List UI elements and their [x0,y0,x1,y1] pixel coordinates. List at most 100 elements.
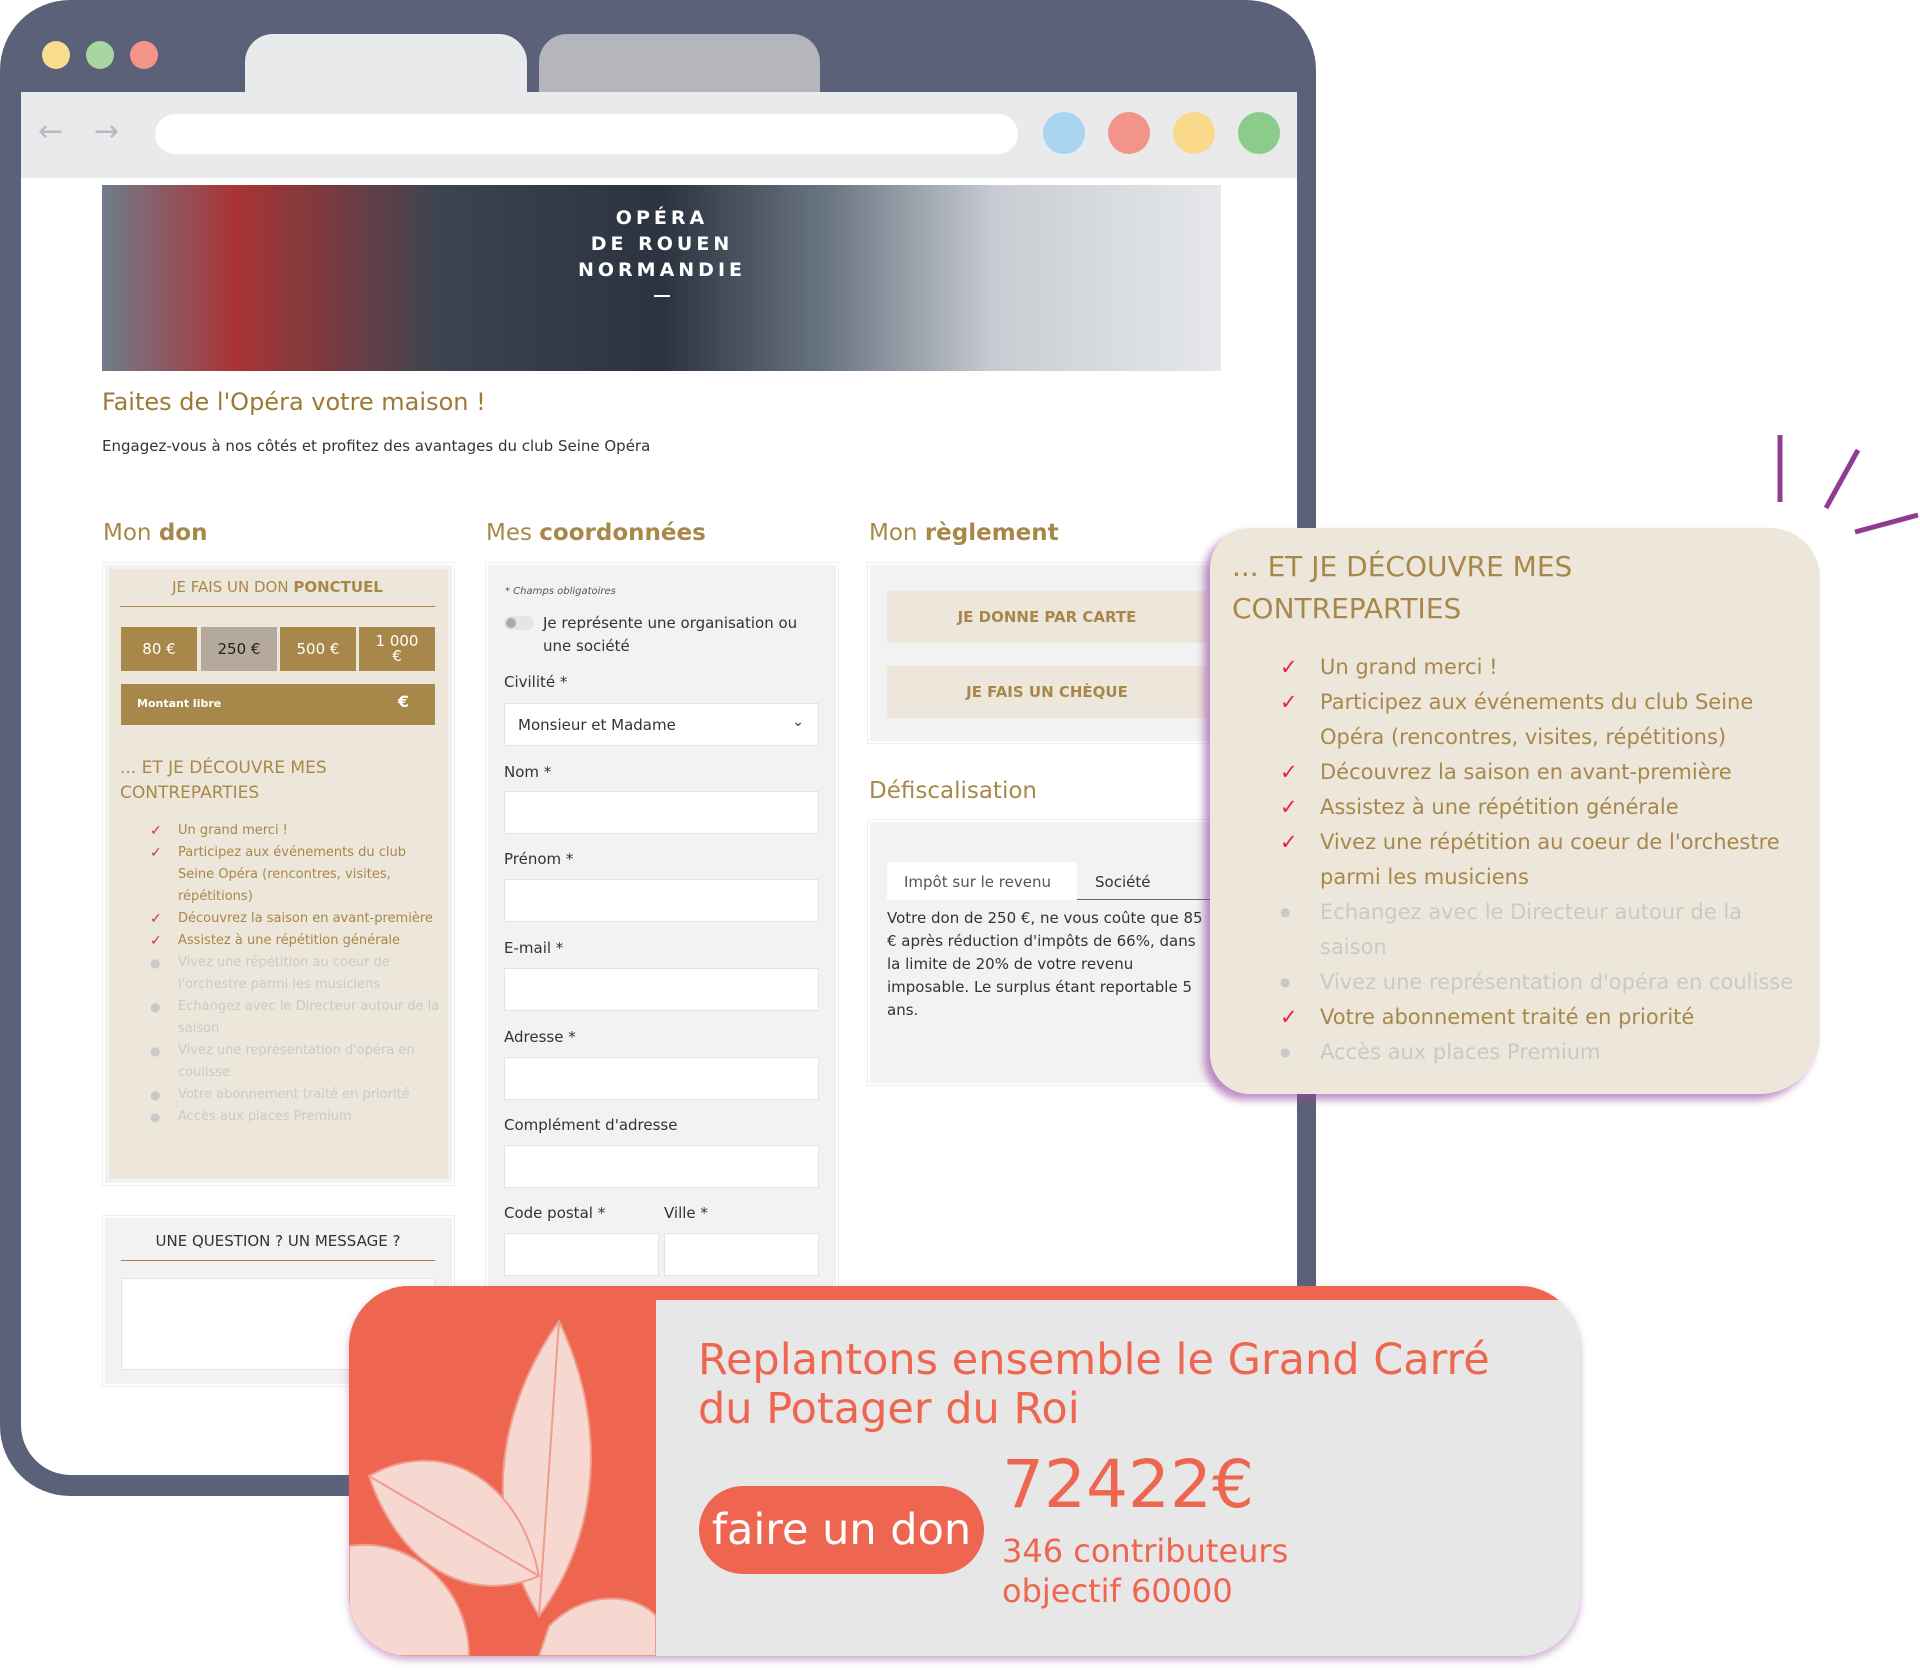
ville-input[interactable] [664,1233,819,1276]
browser-tab[interactable] [539,34,820,92]
prenom-label: Prénom * [504,850,574,868]
organisation-toggle[interactable] [504,616,534,630]
civilite-label: Civilité * [504,673,568,691]
donate-button[interactable]: faire un don [699,1486,984,1574]
code-postal-input[interactable] [504,1233,659,1276]
reglement-heading: Mon règlement [869,520,1059,546]
benefit-text: Votre abonnement traité en priorité [178,1087,410,1102]
bullet-icon: ● [1280,1045,1291,1059]
organisation-toggle-label: Je représente une organisation ou une so… [543,614,798,655]
email-input[interactable] [504,968,819,1011]
browser-tab-active[interactable] [245,34,527,92]
benefit-item: ● Vivez une représentation d'opéra en cou… [120,1040,440,1084]
question-title: UNE QUESTION ? UN MESSAGE ? [121,1232,435,1261]
amount-500[interactable]: 500 € [280,627,356,671]
benefit-item: ✓ Un grand merci ! [120,820,440,842]
benefit-text: Découvrez la saison en avant-première [1320,760,1732,784]
campaign-goal: objectif 60000 [1002,1572,1233,1610]
sparkle-lines-icon [1777,435,1919,535]
complement-input[interactable] [504,1145,819,1188]
bullet-icon: ● [150,956,161,970]
bullet-icon: ● [1280,975,1291,989]
benefit-text: Vivez une représentation d'opéra en coul… [1320,970,1794,994]
pay-by-card-button[interactable]: JE DONNE PAR CARTE [887,591,1207,643]
check-icon: ✓ [1280,760,1298,784]
benefit-text: Accès aux places Premium [1320,1040,1601,1064]
benefit-text: Vivez une répétition au coeur de l'orche… [1320,830,1780,889]
bullet-icon: ● [150,1088,161,1102]
check-icon: ✓ [1280,830,1298,854]
prenom-input[interactable] [504,879,819,922]
benefit-item: ● Echangez avec le Directeur autour de la… [1210,895,1810,965]
code-postal-label: Code postal * [504,1204,606,1222]
benefit-item: ✓ Un grand merci ! [1210,650,1810,685]
page-title: Faites de l'Opéra votre maison ! [102,388,486,416]
check-icon: ✓ [150,845,162,861]
forward-arrow-icon[interactable]: → [94,114,119,149]
check-icon: ✓ [1280,690,1298,714]
benefit-item: ● Vivez une répétition au coeur de l'orch… [120,952,440,996]
banner-image: OPÉRA DE ROUEN NORMANDIE [102,185,1221,371]
adresse-label: Adresse * [504,1028,576,1046]
benefits-title: ... ET JE DÉCOUVRE MES CONTREPARTIES [120,758,327,803]
back-arrow-icon[interactable]: ← [38,114,63,149]
benefit-item: ● Vivez une représentation d'opéra en cou… [1210,965,1810,1000]
benefit-text: Vivez une représentation d'opéra en coul… [178,1043,415,1080]
address-bar[interactable] [155,114,1018,154]
check-icon: ✓ [1280,795,1298,819]
bullet-icon: ● [1280,905,1291,919]
chevron-down-icon: ⌄ [792,714,804,730]
toolbar-dot-green[interactable] [1238,112,1280,154]
tab-impot-revenu[interactable]: Impôt sur le revenu [887,862,1077,900]
amount-250-selected[interactable]: 250 € [201,627,277,671]
benefit-text: Assistez à une répétition générale [1320,795,1679,819]
nom-label: Nom * [504,763,552,781]
adresse-input[interactable] [504,1057,819,1100]
benefit-text: Un grand merci ! [1320,655,1498,679]
benefit-item: ✓ Découvrez la saison en avant-première [120,908,440,930]
benefit-item: ✓ Vivez une répétition au coeur de l'orch… [1210,825,1810,895]
benefit-text: Participez aux événements du club Seine … [178,845,406,904]
opera-logo: OPÉRA DE ROUEN NORMANDIE [562,205,762,297]
bullet-icon: ● [150,1110,161,1124]
amount-80[interactable]: 80 € [121,627,197,671]
benefit-item: ✓ Votre abonnement traité en priorité [1210,1000,1810,1035]
coord-heading: Mes coordonnées [486,520,706,546]
benefit-item: ✓ Assistez à une répétition générale [1210,790,1810,825]
benefits-callout: ... ET JE DÉCOUVRE MES CONTREPARTIES ✓ Un… [1210,528,1820,1094]
benefit-item: ✓ Participez aux événements du club Seine… [120,842,440,908]
window-minimize-light[interactable] [42,41,70,69]
benefit-item: ● Accès aux places Premium [120,1106,440,1128]
don-panel-title: JE FAIS UN DON PONCTUEL [120,578,435,607]
benefit-text: Votre abonnement traité en priorité [1320,1005,1695,1029]
bullet-icon: ● [150,1000,161,1014]
defisc-text: Votre don de 250 €, ne vous coûte que 85… [887,909,1203,1019]
toolbar-dot-red[interactable] [1108,112,1150,154]
window-close-light[interactable] [130,41,158,69]
pay-by-cheque-button[interactable]: JE FAIS UN CHÈQUE [887,666,1207,718]
defisc-heading: Défiscalisation [869,778,1037,804]
window-maximize-light[interactable] [86,41,114,69]
callout-benefits-list: ✓ Un grand merci ! ✓ Participez aux événeme… [1210,650,1810,1070]
benefits-list: ✓ Un grand merci ! ✓ Participez aux événeme… [120,820,440,1128]
tab-societe[interactable]: Société [1077,862,1217,900]
callout-title: ... ET JE DÉCOUVRE MES CONTREPARTIES [1232,550,1573,625]
toolbar-dot-blue[interactable] [1043,112,1085,154]
amount-1000[interactable]: 1 000 € [359,627,435,671]
free-amount-input[interactable]: Montant libre € [121,684,435,725]
nom-input[interactable] [504,791,819,834]
benefit-item: ✓ Assistez à une répétition générale [120,930,440,952]
page-subtitle: Engagez-vous à nos côtés et profitez des… [102,437,651,455]
benefit-item: ● Echangez avec le Directeur autour de la… [120,996,440,1040]
benefit-text: Participez aux événements du club Seine … [1320,690,1754,749]
bullet-icon: ● [150,1044,161,1058]
benefit-item: ● Accès aux places Premium [1210,1035,1810,1070]
benefit-item: ✓ Participez aux événements du club Seine… [1210,685,1810,755]
don-heading: Mon don [103,520,208,546]
benefit-text: Découvrez la saison en avant-première [178,911,433,926]
civilite-select[interactable]: Monsieur et Madame ⌄ [504,703,819,746]
check-icon: ✓ [150,911,162,927]
benefit-item: ● Votre abonnement traité en priorité [120,1084,440,1106]
toolbar-dot-yellow[interactable] [1173,112,1215,154]
check-icon: ✓ [1280,655,1298,679]
